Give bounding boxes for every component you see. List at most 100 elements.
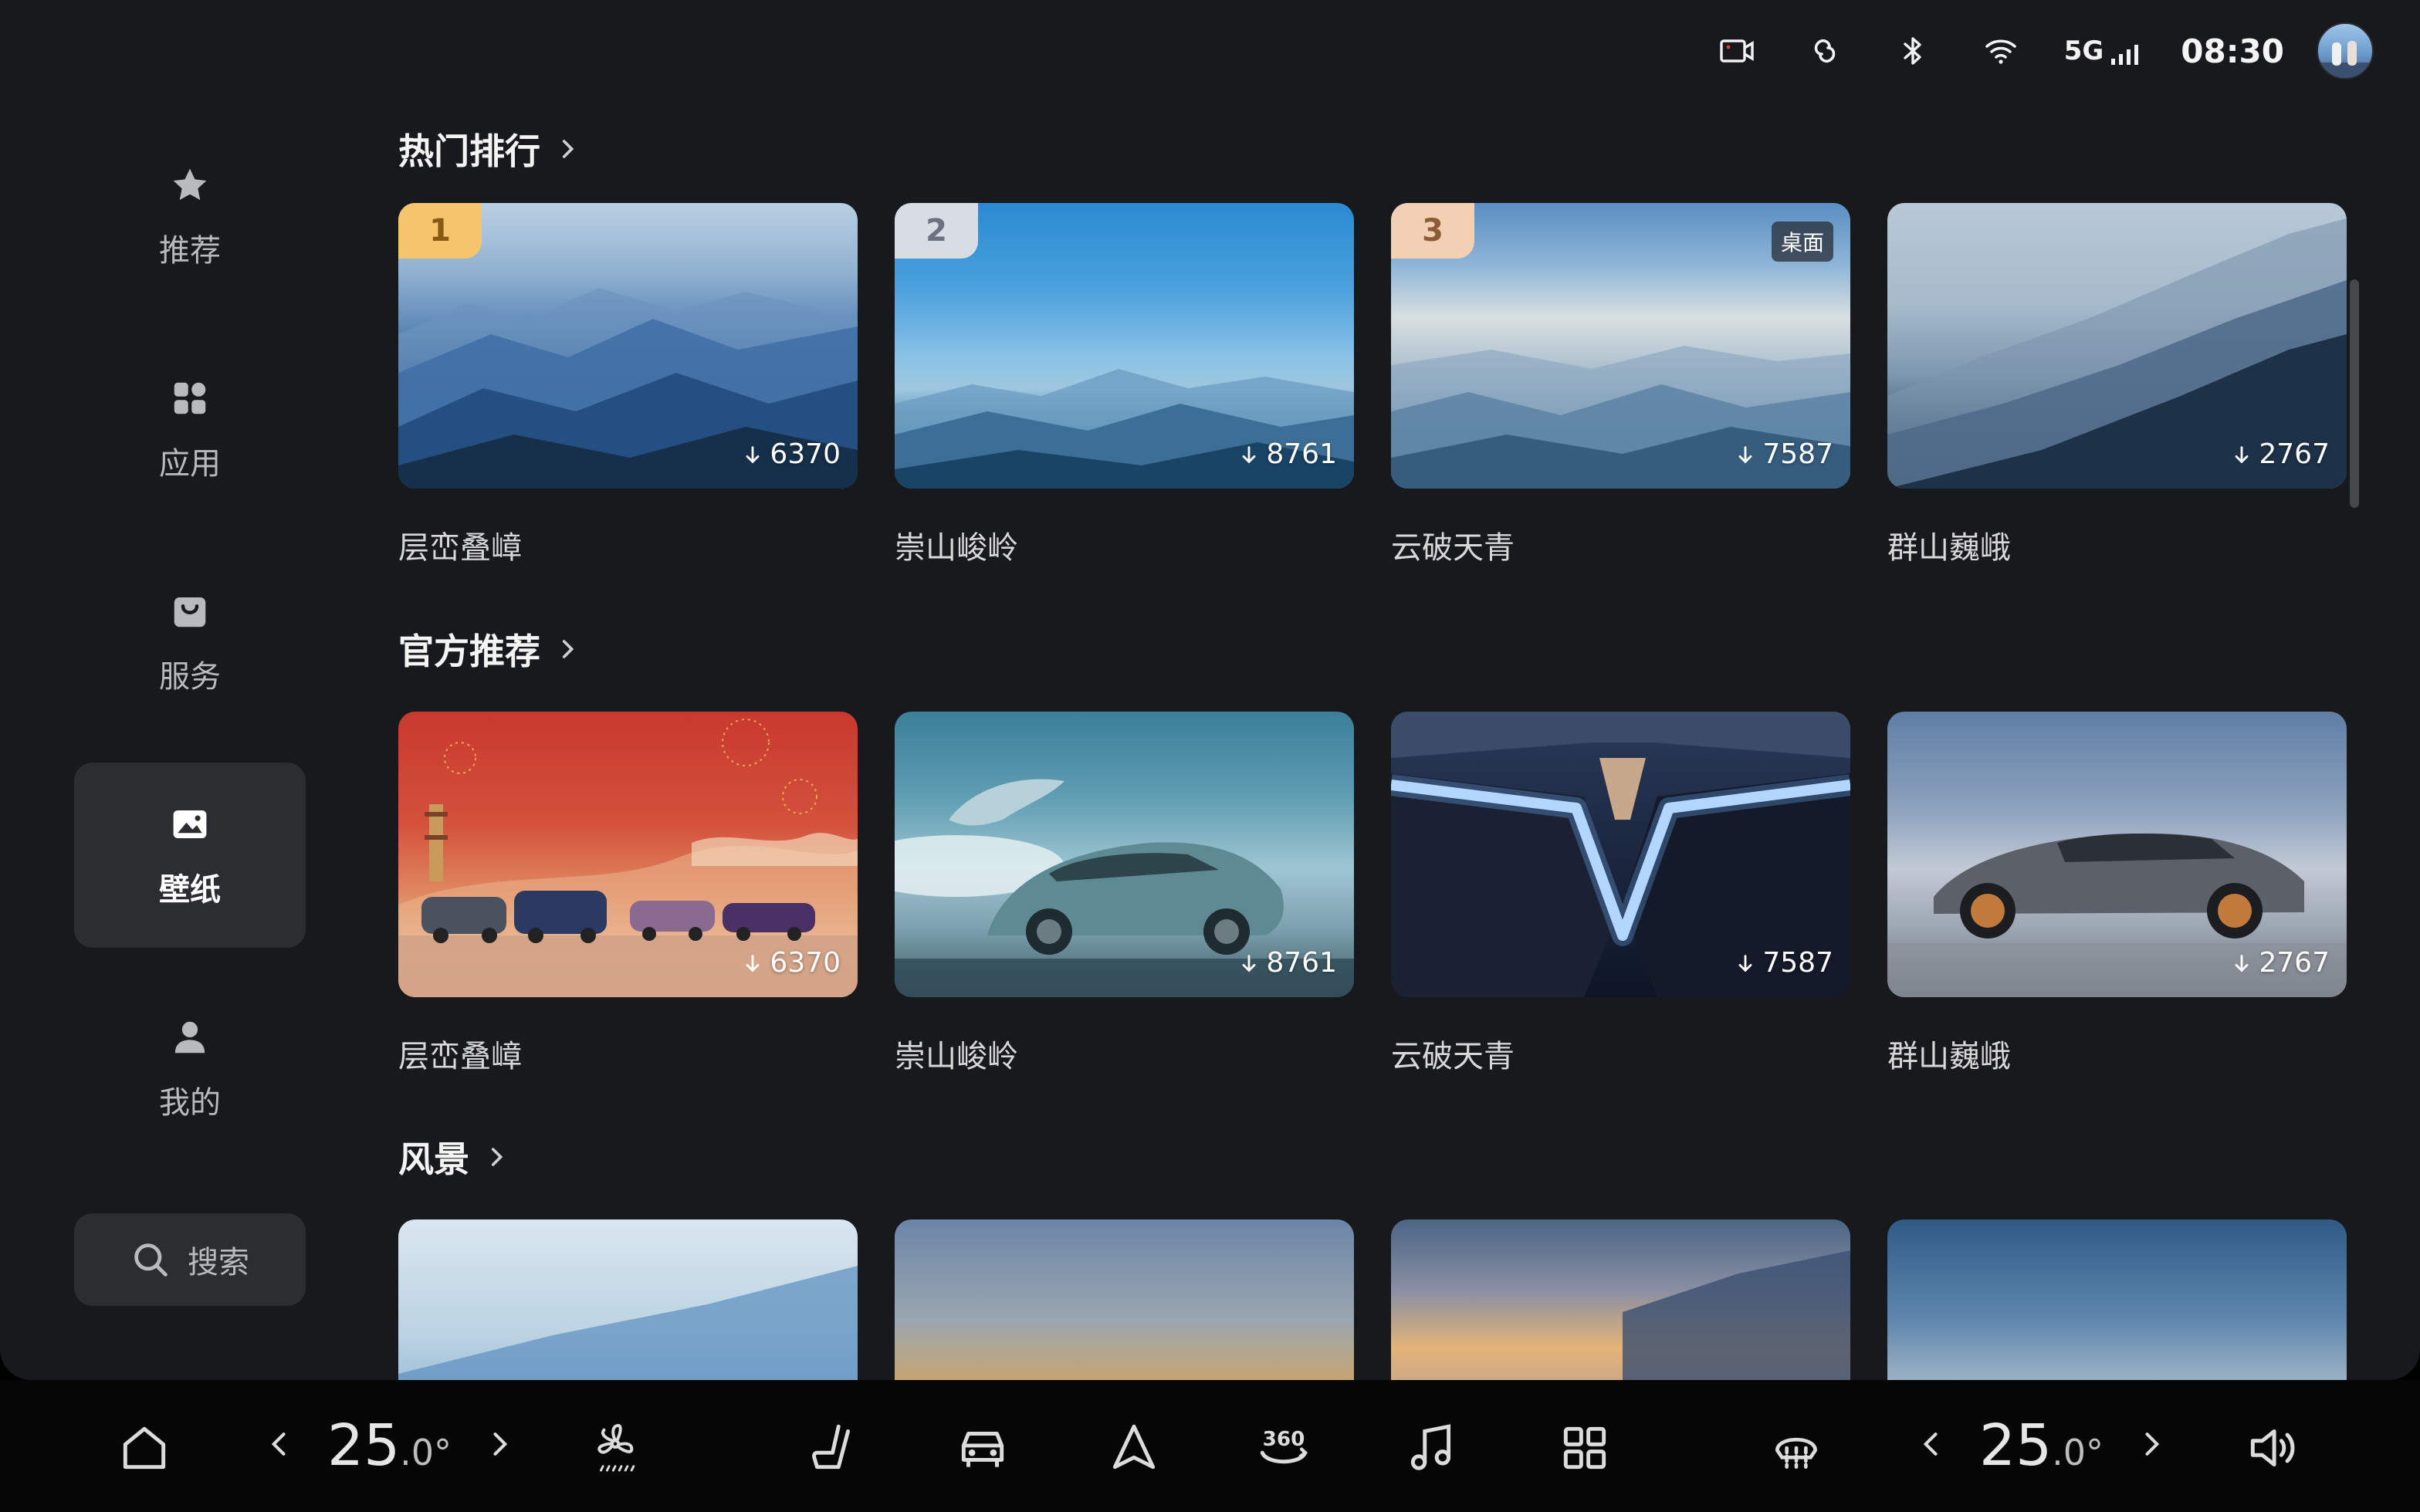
wallpaper-title: 云破天青 xyxy=(1391,1039,1515,1074)
wallpaper-thumbnail[interactable]: 6370 xyxy=(398,712,858,997)
music-button[interactable] xyxy=(1403,1411,1460,1485)
rank-badge: 2 xyxy=(895,203,978,259)
download-icon xyxy=(1242,445,1256,463)
wallpaper-thumbnail[interactable]: 1 6370 xyxy=(398,203,858,489)
app-grid-button[interactable] xyxy=(1556,1411,1613,1485)
section-title-label: 官方推荐 xyxy=(398,631,540,672)
app-grid-icon xyxy=(1563,1426,1606,1470)
temp-down-button[interactable] xyxy=(1914,1427,1948,1464)
wallpaper-thumbnail[interactable] xyxy=(398,1219,858,1380)
wallpaper-card[interactable]: 2 8761 崇山峻岭 xyxy=(895,203,1354,567)
bottom-dock: 25.0° 360 25 .0° xyxy=(0,1380,2420,1512)
wallpaper-card[interactable]: 8761 崇山峻岭 xyxy=(895,712,1354,1076)
temp-down-button[interactable] xyxy=(262,1427,296,1464)
section-title-label: 风景 xyxy=(398,1138,469,1180)
sidebar-item-mine[interactable]: 我的 xyxy=(74,976,306,1161)
volume-icon xyxy=(2250,1429,2295,1467)
car-icon xyxy=(961,1432,1004,1467)
wallpaper-thumbnail[interactable] xyxy=(1887,1219,2347,1380)
download-icon xyxy=(1242,954,1256,972)
section-title-hot[interactable]: 热门排行 xyxy=(398,123,580,174)
sidebar-item-label: 壁纸 xyxy=(159,872,221,908)
sidebar-item-services[interactable]: 服务 xyxy=(74,550,306,735)
download-icon xyxy=(746,445,760,463)
rear-defrost-icon xyxy=(1775,1437,1817,1469)
wallpaper-thumbnail[interactable]: 3 桌面 7587 xyxy=(1391,203,1850,489)
download-count: 6370 xyxy=(742,438,841,470)
section-title-official[interactable]: 官方推荐 xyxy=(398,624,580,675)
vehicle-button[interactable] xyxy=(954,1411,1011,1485)
download-icon xyxy=(2235,954,2249,972)
download-icon xyxy=(1738,445,1752,463)
download-count: 7587 xyxy=(1735,438,1833,470)
section-title-label: 热门排行 xyxy=(398,130,540,172)
temp-up-button[interactable] xyxy=(482,1427,516,1464)
temp-up-button[interactable] xyxy=(2134,1427,2168,1464)
wallpaper-thumbnail[interactable]: 2767 xyxy=(1887,712,2347,997)
wallpaper-thumbnail[interactable] xyxy=(1391,1219,1850,1380)
sidebar: 推荐 应用 服务 壁纸 我的 xyxy=(74,123,306,1189)
right-temperature-control: 25.0° xyxy=(1914,1403,2168,1488)
360-camera-button[interactable]: 360 xyxy=(1255,1411,1312,1485)
scrollbar[interactable] xyxy=(2350,279,2359,508)
sidebar-item-recommend[interactable]: 推荐 xyxy=(74,123,306,309)
sidebar-item-label: 应用 xyxy=(159,446,221,482)
seat-icon xyxy=(812,1424,851,1470)
left-temperature-control: 25.0° xyxy=(262,1403,516,1488)
wallpaper-thumbnail[interactable]: 2767 xyxy=(1887,203,2347,489)
wallpaper-card[interactable]: 2767 群山巍峨 xyxy=(1887,203,2347,567)
rank-badge: 1 xyxy=(398,203,482,259)
wallpaper-card[interactable]: 7587 云破天青 xyxy=(1391,712,1850,1076)
section-title-scenery[interactable]: 风景 xyxy=(398,1131,509,1182)
navigation-icon xyxy=(1112,1424,1156,1470)
official-recommend-row: 6370 层峦叠嶂 8761 崇山峻岭 7587 云破天青 2767 群山巍峨 xyxy=(398,712,2347,1076)
chevron-right-icon xyxy=(562,640,574,658)
chevron-left-icon xyxy=(271,1433,286,1456)
temperature-value: 25.0° xyxy=(327,1412,452,1479)
wallpaper-card[interactable]: 2767 群山巍峨 xyxy=(1887,712,2347,1076)
wallpaper-thumbnail[interactable]: 8761 xyxy=(895,712,1354,997)
navigation-button[interactable] xyxy=(1105,1411,1163,1485)
wallpaper-title: 云破天青 xyxy=(1391,530,1515,566)
download-count: 6370 xyxy=(742,947,841,979)
sidebar-item-label: 服务 xyxy=(159,659,221,695)
scenery-row xyxy=(398,1219,2347,1380)
360-camera-icon: 360 xyxy=(1260,1428,1308,1464)
chevron-right-icon xyxy=(562,140,574,158)
wallpaper-card[interactable]: 3 桌面 7587 云破天青 xyxy=(1391,203,1850,567)
chevron-right-icon xyxy=(493,1433,508,1456)
hot-ranking-row: 1 6370 层峦叠嶂 2 8761 崇山峻岭 3 桌面 7587 云破天青 2… xyxy=(398,203,2347,567)
wallpaper-title: 层峦叠嶂 xyxy=(398,1039,522,1074)
sidebar-item-label: 推荐 xyxy=(159,233,221,269)
home-button[interactable] xyxy=(116,1411,173,1485)
seat-button[interactable] xyxy=(803,1411,860,1485)
chevron-right-icon xyxy=(491,1148,503,1166)
wallpaper-thumbnail[interactable]: 2 8761 xyxy=(895,203,1354,489)
wallpaper-thumbnail[interactable]: 7587 xyxy=(1391,712,1850,997)
rear-defrost-button[interactable] xyxy=(1768,1411,1825,1485)
image-icon xyxy=(167,801,213,847)
wallpaper-title: 崇山峻岭 xyxy=(895,1039,1018,1074)
chevron-left-icon xyxy=(1923,1433,1938,1456)
wallpaper-screen: 5G 08:30 推荐 应用 服务 壁纸 我的 搜索 热门排行 1 6370 层… xyxy=(0,0,2420,1380)
wallpaper-card[interactable]: 1 6370 层峦叠嶂 xyxy=(398,203,858,567)
wallpaper-title: 群山巍峨 xyxy=(1887,530,2011,566)
fan-button[interactable] xyxy=(587,1411,644,1485)
download-icon xyxy=(2235,445,2249,463)
search-icon xyxy=(134,1243,168,1277)
wallpaper-thumbnail[interactable] xyxy=(895,1219,1354,1380)
bag-icon xyxy=(167,588,213,634)
volume-button[interactable] xyxy=(2243,1411,2300,1485)
sidebar-item-apps[interactable]: 应用 xyxy=(74,337,306,522)
download-count: 8761 xyxy=(1238,947,1337,979)
sidebar-item-wallpaper[interactable]: 壁纸 xyxy=(74,763,306,948)
wallpaper-title: 层峦叠嶂 xyxy=(398,530,522,566)
download-count: 2767 xyxy=(2231,947,2330,979)
search-button[interactable]: 搜索 xyxy=(74,1213,306,1306)
apps-icon xyxy=(167,375,213,421)
download-icon xyxy=(1738,954,1752,972)
download-count: 8761 xyxy=(1238,438,1337,470)
star-icon xyxy=(167,162,213,208)
wallpaper-card[interactable]: 6370 层峦叠嶂 xyxy=(398,712,858,1076)
search-label: 搜索 xyxy=(188,1245,249,1280)
